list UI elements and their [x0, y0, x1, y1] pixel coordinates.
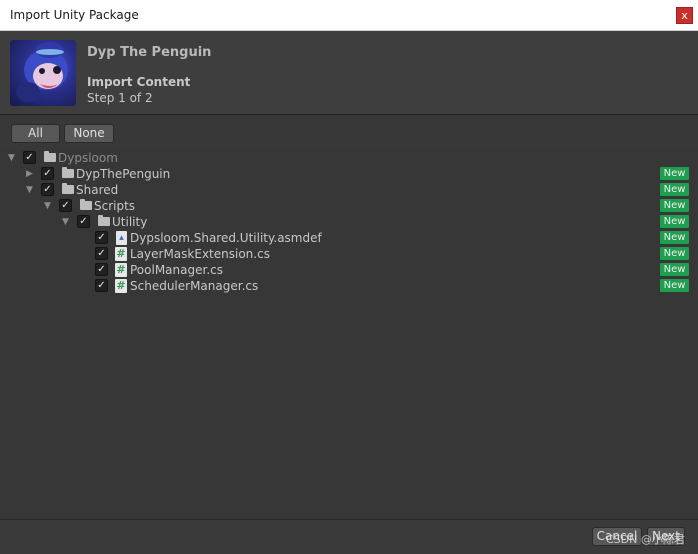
- expand-arrow-icon[interactable]: ▼: [62, 216, 72, 228]
- folder-icon: [44, 151, 56, 162]
- checkbox[interactable]: ✓: [59, 199, 72, 212]
- tree-row-utility[interactable]: ▼ ✓ Utility New: [0, 214, 698, 230]
- tree-item-label: PoolManager.cs: [130, 263, 223, 277]
- tree-row-dypsloom[interactable]: ▼ ✓ Dypsloom: [0, 150, 698, 166]
- csharp-script-icon: #: [115, 247, 127, 261]
- checkbox[interactable]: ✓: [95, 231, 108, 244]
- tree-item-label: LayerMaskExtension.cs: [130, 247, 270, 261]
- tree-item-label: Shared: [76, 183, 119, 197]
- tree-item-label: DypThePenguin: [76, 167, 171, 181]
- new-badge: New: [660, 183, 689, 196]
- step-indicator: Step 1 of 2: [87, 91, 153, 105]
- tree-row-dypthepenguin[interactable]: ▶ ✓ DypThePenguin New: [0, 166, 698, 182]
- new-badge: New: [660, 199, 689, 212]
- section-title: Import Content: [87, 75, 191, 89]
- new-badge: New: [660, 279, 689, 292]
- tree-item-label: Scripts: [94, 199, 136, 213]
- tree-row-poolmanager[interactable]: ✓ # PoolManager.cs New: [0, 262, 698, 278]
- select-none-button[interactable]: None: [64, 124, 114, 143]
- checkbox[interactable]: ✓: [23, 151, 36, 164]
- tree-row-asmdef[interactable]: ✓ ▴ Dypsloom.Shared.Utility.asmdef New: [0, 230, 698, 246]
- expand-arrow-icon[interactable]: ▼: [26, 184, 36, 196]
- expand-arrow-icon[interactable]: ▼: [44, 200, 54, 212]
- new-badge: New: [660, 247, 689, 260]
- package-name: Dyp The Penguin: [87, 45, 212, 60]
- collapse-arrow-icon[interactable]: ▶: [26, 168, 36, 180]
- checkbox[interactable]: ✓: [95, 247, 108, 260]
- asmdef-file-icon: ▴: [116, 231, 127, 245]
- new-badge: New: [660, 263, 689, 276]
- csharp-script-icon: #: [115, 279, 127, 293]
- watermark: CSDN @小陈君: [606, 533, 685, 546]
- new-badge: New: [660, 167, 689, 180]
- tree-row-shared[interactable]: ▼ ✓ Shared New: [0, 182, 698, 198]
- folder-icon: [62, 183, 74, 194]
- select-all-button[interactable]: All: [11, 124, 60, 143]
- csharp-script-icon: #: [115, 263, 127, 277]
- window-title: Import Unity Package: [10, 8, 139, 22]
- checkbox[interactable]: ✓: [41, 183, 54, 196]
- package-tree: ▼ ✓ Dypsloom ▶ ✓ DypThePenguin New ▼ ✓ S…: [0, 149, 698, 519]
- tree-row-schedulermanager[interactable]: ✓ # SchedulerManager.cs New: [0, 278, 698, 294]
- tree-row-scripts[interactable]: ▼ ✓ Scripts New: [0, 198, 698, 214]
- checkbox[interactable]: ✓: [95, 279, 108, 292]
- penguin-avatar-icon: [16, 42, 68, 102]
- folder-icon: [98, 215, 110, 226]
- checkbox[interactable]: ✓: [77, 215, 90, 228]
- title-bar: Import Unity Package: [0, 0, 698, 31]
- tree-item-label: Dypsloom: [58, 151, 118, 165]
- tree-item-label: Dypsloom.Shared.Utility.asmdef: [130, 231, 322, 245]
- new-badge: New: [660, 231, 689, 244]
- tree-row-layermaskextension[interactable]: ✓ # LayerMaskExtension.cs New: [0, 246, 698, 262]
- folder-icon: [62, 167, 74, 178]
- close-button[interactable]: x: [676, 7, 693, 24]
- package-thumbnail: [10, 40, 76, 106]
- checkbox[interactable]: ✓: [41, 167, 54, 180]
- tree-item-label: SchedulerManager.cs: [130, 279, 259, 293]
- expand-arrow-icon[interactable]: ▼: [8, 152, 18, 164]
- folder-icon: [80, 199, 92, 210]
- checkbox[interactable]: ✓: [95, 263, 108, 276]
- new-badge: New: [660, 215, 689, 228]
- tree-item-label: Utility: [112, 215, 148, 229]
